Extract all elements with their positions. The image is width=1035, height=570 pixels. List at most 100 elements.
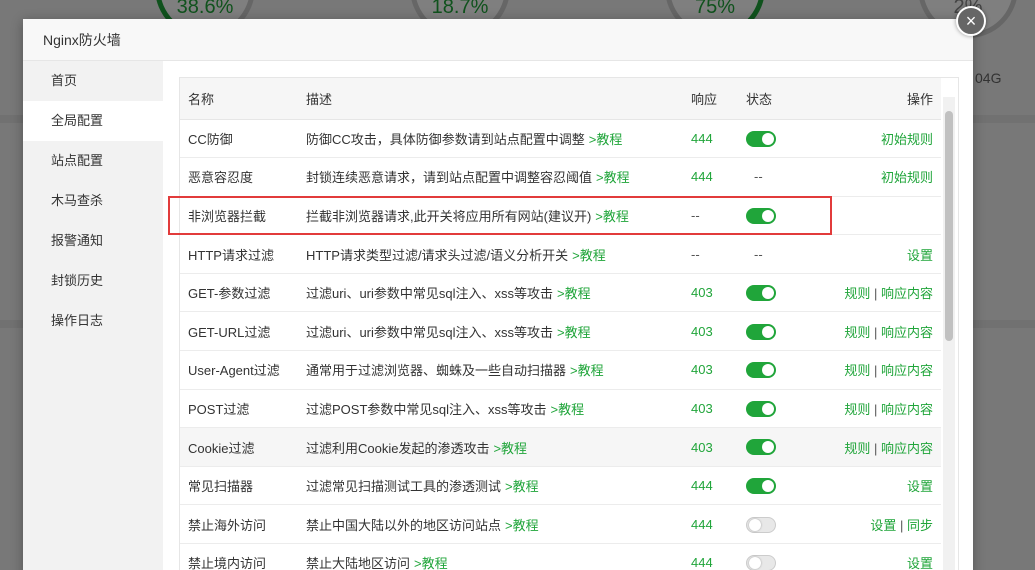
ops-separator: | (896, 517, 907, 533)
status-cell (738, 427, 808, 467)
op-link[interactable]: 响应内容 (881, 402, 933, 417)
sidebar-item-operation-log[interactable]: 操作日志 (23, 301, 163, 341)
response-code: 403 (683, 311, 738, 352)
status-toggle[interactable] (746, 477, 776, 494)
tutorial-link[interactable]: >教程 (557, 286, 591, 301)
ops-cell: 规则 | 响应内容 (808, 273, 941, 313)
status-cell (738, 196, 808, 236)
op-link[interactable]: 设置 (870, 518, 896, 533)
op-link[interactable]: 规则 (844, 286, 870, 301)
table-row: User-Agent过滤 通常用于过滤浏览器、蜘蛛及一些自动扫描器 >教程 403 规则… (180, 350, 941, 390)
table-row: GET-参数过滤 过滤uri、uri参数中常见sql注入、xss等攻击 >教程 403… (180, 273, 941, 313)
op-link[interactable]: 响应内容 (881, 286, 933, 301)
table-row: 禁止境内访问 禁止大陆地区访问 >教程 444 设置 (180, 543, 941, 570)
rule-name: GET-URL过滤 (180, 311, 298, 352)
tutorial-link[interactable]: >教程 (596, 170, 630, 185)
op-link[interactable]: 规则 (844, 363, 870, 378)
status-toggle[interactable] (746, 400, 776, 417)
sidebar-item-alert-notify[interactable]: 报警通知 (23, 221, 163, 261)
table-scrollbar[interactable] (943, 97, 955, 570)
global-config-table-container: 名称 描述 响应 状态 操作 CC防御 防御CC攻击，具体防御参数请到站点配置中调… (179, 77, 959, 570)
sidebar-item-home[interactable]: 首页 (23, 61, 163, 101)
op-link[interactable]: 设置 (907, 479, 933, 494)
status-toggle[interactable] (746, 284, 776, 301)
response-code: 403 (683, 389, 738, 429)
ops-separator: | (870, 324, 881, 340)
op-link[interactable]: 设置 (907, 248, 933, 263)
rule-description-cell: 过滤利用Cookie发起的渗透攻击 >教程 (298, 427, 683, 467)
table-row: POST过滤 过滤POST参数中常见sql注入、xss等攻击 >教程 403 规则 | … (180, 389, 941, 429)
status-toggle[interactable] (746, 362, 776, 379)
op-link[interactable]: 初始规则 (881, 132, 933, 147)
response-code: 444 (683, 119, 738, 159)
tutorial-link[interactable]: >教程 (414, 556, 448, 570)
table-row: 恶意容忍度 封锁连续恶意请求，请到站点配置中调整容忍阈值 >教程 444 -- 初始规则 (180, 157, 941, 197)
status-cell (738, 273, 808, 313)
sidebar-item-trojan-scan[interactable]: 木马查杀 (23, 181, 163, 221)
status-cell: -- (738, 234, 808, 274)
op-link[interactable]: 初始规则 (881, 170, 933, 185)
table-row: CC防御 防御CC攻击，具体防御参数请到站点配置中调整 >教程 444 初始规则 (180, 119, 941, 159)
op-link[interactable]: 规则 (844, 441, 870, 456)
rule-name: 禁止境内访问 (180, 543, 298, 570)
rule-name: 禁止海外访问 (180, 504, 298, 545)
rule-name: HTTP请求过滤 (180, 234, 298, 274)
status-empty: -- (754, 246, 763, 262)
tutorial-link[interactable]: >教程 (595, 209, 629, 224)
response-code: 444 (683, 466, 738, 506)
op-link[interactable]: 设置 (907, 556, 933, 570)
table-row: HTTP请求过滤 HTTP请求类型过滤/请求头过滤/语义分析开关 >教程 -- -- 设置 (180, 234, 941, 274)
op-link[interactable]: 同步 (907, 518, 933, 533)
op-link[interactable]: 响应内容 (881, 441, 933, 456)
tutorial-link[interactable]: >教程 (589, 132, 623, 147)
tutorial-link[interactable]: >教程 (505, 479, 539, 494)
rule-description: 通常用于过滤浏览器、蜘蛛及一些自动扫描器 (306, 363, 567, 379)
op-link[interactable]: 响应内容 (881, 325, 933, 340)
tutorial-link[interactable]: >教程 (493, 441, 527, 456)
status-cell (738, 311, 808, 352)
status-toggle[interactable] (746, 439, 776, 456)
scroll-thumb[interactable] (945, 111, 953, 341)
ops-cell: 设置 (808, 543, 941, 570)
close-icon[interactable]: × (956, 6, 986, 36)
tutorial-link[interactable]: >教程 (572, 248, 606, 263)
status-empty: -- (754, 169, 763, 185)
rule-name: POST过滤 (180, 389, 298, 429)
op-link[interactable]: 规则 (844, 325, 870, 340)
rule-name: User-Agent过滤 (180, 350, 298, 390)
tutorial-link[interactable]: >教程 (570, 363, 604, 378)
col-header-desc: 描述 (298, 78, 683, 120)
status-toggle[interactable] (746, 555, 776, 570)
col-header-name: 名称 (180, 78, 298, 120)
response-code: 444 (683, 157, 738, 197)
rule-description-cell: HTTP请求类型过滤/请求头过滤/语义分析开关 >教程 (298, 234, 683, 274)
sidebar-item-block-history[interactable]: 封锁历史 (23, 261, 163, 301)
sidebar-item-site-config[interactable]: 站点配置 (23, 141, 163, 181)
rule-description-cell: 禁止中国大陆以外的地区访问站点 >教程 (298, 504, 683, 545)
status-cell (738, 504, 808, 545)
ops-cell: 规则 | 响应内容 (808, 427, 941, 467)
rule-description: 过滤uri、uri参数中常见sql注入、xss等攻击 (306, 286, 554, 302)
response-code: 403 (683, 273, 738, 313)
status-toggle[interactable] (746, 130, 776, 147)
rule-name: 非浏览器拦截 (180, 196, 298, 236)
rule-description-cell: 封锁连续恶意请求，请到站点配置中调整容忍阈值 >教程 (298, 157, 683, 197)
sidebar-item-global-config[interactable]: 全局配置 (23, 101, 163, 141)
ops-separator: | (870, 401, 881, 417)
col-header-ops: 操作 (808, 78, 941, 120)
table-header: 名称 描述 响应 状态 操作 (180, 78, 941, 120)
tutorial-link[interactable]: >教程 (505, 518, 539, 533)
op-link[interactable]: 响应内容 (881, 363, 933, 378)
table-row: 禁止海外访问 禁止中国大陆以外的地区访问站点 >教程 444 设置 | 同步 (180, 504, 941, 545)
op-link[interactable]: 规则 (844, 402, 870, 417)
rule-description-cell: 过滤uri、uri参数中常见sql注入、xss等攻击 >教程 (298, 273, 683, 313)
tutorial-link[interactable]: >教程 (551, 402, 585, 417)
tutorial-link[interactable]: >教程 (557, 325, 591, 340)
col-header-resp: 响应 (683, 78, 738, 120)
status-toggle[interactable] (746, 323, 776, 340)
status-toggle[interactable] (746, 207, 776, 224)
status-toggle[interactable] (746, 516, 776, 533)
ops-separator: | (870, 363, 881, 379)
col-header-status: 状态 (738, 78, 808, 120)
rule-description: 拦截非浏览器请求,此开关将应用所有网站(建议开) (306, 208, 592, 224)
